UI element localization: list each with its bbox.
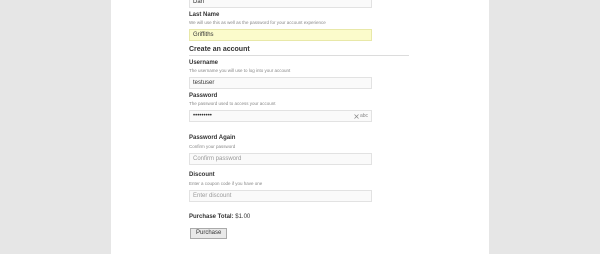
password-again-input[interactable]: Confirm password [189, 153, 372, 165]
last-name-label: Last Name [189, 12, 220, 18]
username-label: Username [189, 60, 219, 66]
username-help: The username you will use to log into yo… [189, 68, 291, 73]
password-label: Password [189, 93, 218, 99]
purchase-total-label: Purchase Total: [189, 214, 234, 220]
password-again-label: Password Again [189, 135, 236, 141]
discount-input[interactable]: Enter discount [189, 190, 372, 202]
purchase-total: Purchase Total: $1.00 [189, 214, 250, 220]
purchase-button[interactable]: Purchase [190, 228, 228, 239]
section-divider [189, 55, 409, 56]
discount-label: Discount [189, 172, 215, 178]
password-visibility-toggle[interactable]: abc [354, 111, 368, 122]
password-value: ••••••••• [193, 113, 212, 119]
purchase-form: Dan Last Name We will use this as well a… [111, 0, 489, 254]
password-help: The password used to access your account [189, 101, 276, 106]
last-name-input[interactable]: Griffiths [189, 29, 372, 41]
discount-help: Enter a coupon code if you have one [189, 181, 263, 186]
section-title: Create an account [189, 46, 250, 53]
purchase-total-value: $1.00 [235, 214, 251, 220]
password-again-help: Confirm your password [189, 144, 236, 149]
last-name-help: We will use this as well as the password… [189, 20, 326, 25]
page: Dan Last Name We will use this as well a… [0, 0, 600, 254]
hide-password-icon [354, 114, 359, 119]
first-name-input[interactable]: Dan [189, 0, 372, 8]
password-toggle-label: abc [359, 113, 368, 119]
password-input[interactable]: ••••••••• abc [189, 110, 372, 122]
username-input[interactable]: testuser [189, 77, 372, 89]
